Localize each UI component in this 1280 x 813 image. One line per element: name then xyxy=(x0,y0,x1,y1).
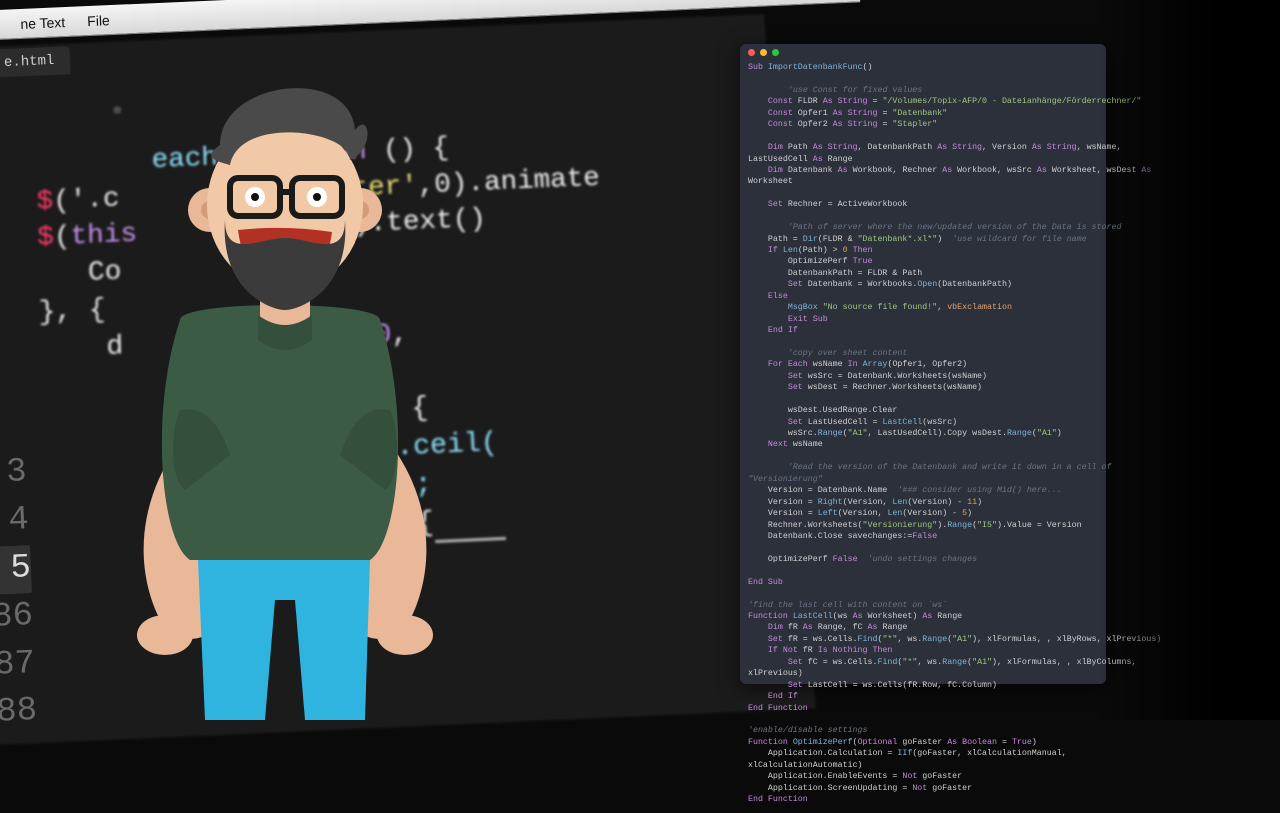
minimize-icon[interactable] xyxy=(760,49,767,56)
vignette-overlay xyxy=(1100,0,1280,720)
zoom-icon[interactable] xyxy=(772,49,779,56)
menu-file[interactable]: File xyxy=(87,12,110,29)
window-traffic-lights xyxy=(740,44,1106,60)
vba-code-window: Sub ImportDatenbankFunc() 'use Const for… xyxy=(740,44,1106,684)
cartoon-developer-icon xyxy=(70,60,490,720)
vba-source[interactable]: Sub ImportDatenbankFunc() 'use Const for… xyxy=(740,60,1106,813)
close-icon[interactable] xyxy=(748,49,755,56)
tab-label: e.html xyxy=(4,53,55,71)
editor-tab[interactable]: e.html xyxy=(0,46,71,78)
app-name: ne Text xyxy=(20,14,66,32)
